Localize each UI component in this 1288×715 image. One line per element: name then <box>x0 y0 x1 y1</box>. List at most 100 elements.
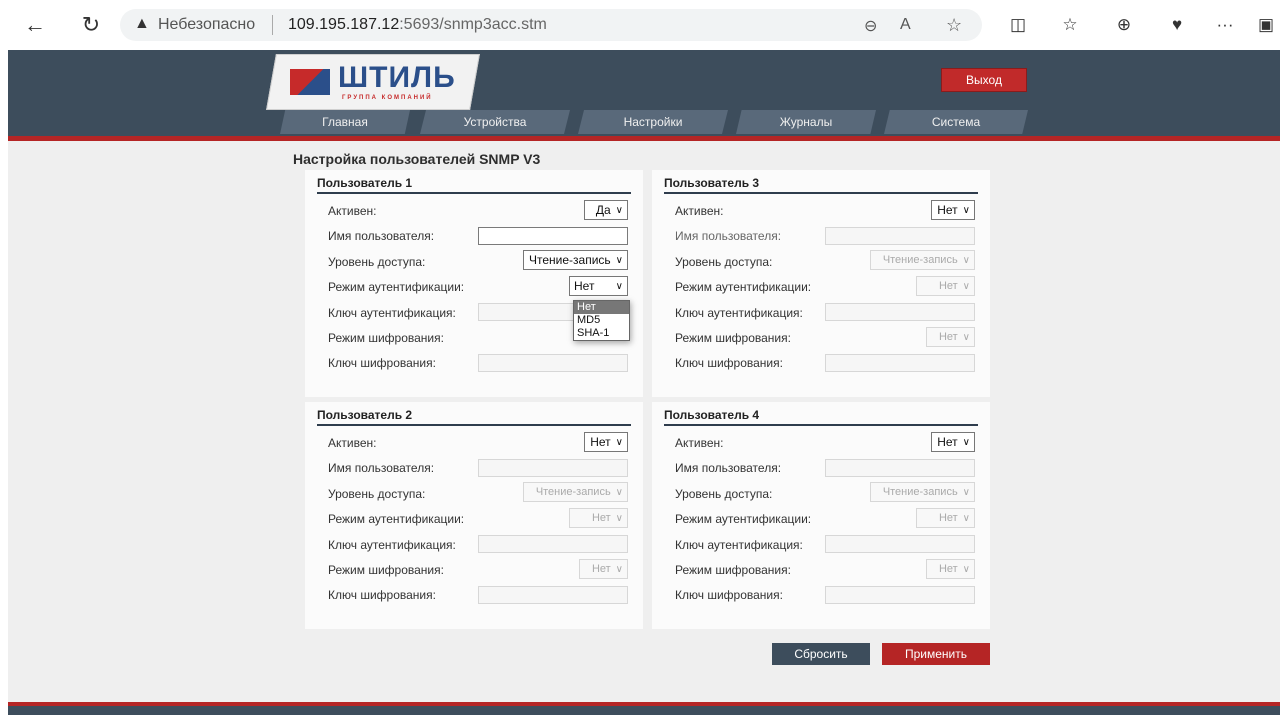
auth-key-field[interactable] <box>478 535 628 553</box>
warning-triangle-icon: ▲ <box>134 15 150 32</box>
chevron-down-icon: ∨ <box>962 486 970 498</box>
chevron-down-icon: ∨ <box>615 280 623 292</box>
access-level-value: Чтение-запись <box>529 253 611 267</box>
security-label[interactable]: Небезопасно <box>158 16 255 34</box>
menu-item-logs[interactable]: Журналы <box>736 110 876 134</box>
active-select[interactable]: Нет ∨ <box>584 432 628 452</box>
auth-key-label: Ключ аутентификация: <box>328 306 456 320</box>
username-field[interactable] <box>478 459 628 477</box>
access-level-select[interactable]: Чтение-запись ∨ <box>870 482 975 502</box>
logo-mark-icon <box>290 69 330 95</box>
apply-button[interactable]: Применить <box>882 643 990 665</box>
page-content: ШТИЛЬ ГРУППА КОМПАНИЙ Выход Главная Устр… <box>8 50 1280 715</box>
user-panel-title: Пользователь 4 <box>664 408 760 422</box>
url-text[interactable]: 109.195.187.12:5693/snmp3acc.stm <box>288 16 547 34</box>
active-select[interactable]: Да ∨ <box>584 200 628 220</box>
favorite-star-icon[interactable]: ☆ <box>946 15 962 36</box>
auth-mode-label: Режим аутентификации: <box>675 512 812 526</box>
username-label: Имя пользователя: <box>675 229 782 243</box>
username-field[interactable] <box>825 227 975 245</box>
chevron-down-icon: ∨ <box>962 204 970 216</box>
encryption-key-field[interactable] <box>478 354 628 372</box>
back-arrow-icon[interactable]: ← <box>20 10 50 40</box>
more-options-icon[interactable]: ··· <box>1212 13 1238 37</box>
encryption-mode-select[interactable]: Нет ∨ <box>926 559 975 579</box>
auth-mode-select[interactable]: Нет ∨ <box>916 276 975 296</box>
access-level-select[interactable]: Чтение-запись ∨ <box>523 250 628 270</box>
access-level-select[interactable]: Чтение-запись ∨ <box>523 482 628 502</box>
username-label: Имя пользователя: <box>328 461 435 475</box>
reload-icon[interactable]: ↻ <box>76 10 106 40</box>
user-panel-title: Пользователь 2 <box>317 408 413 422</box>
user-panel-1: Пользователь 1 Активен: Да ∨ Имя пользова… <box>305 170 643 397</box>
menu-item-home[interactable]: Главная <box>280 110 410 134</box>
zoom-icon[interactable]: ⊖ <box>864 16 877 36</box>
auth-key-field[interactable] <box>825 535 975 553</box>
chevron-down-icon: ∨ <box>962 280 970 292</box>
username-field[interactable] <box>825 459 975 477</box>
site-header: ШТИЛЬ ГРУППА КОМПАНИЙ Выход Главная Устр… <box>8 50 1280 136</box>
auth-option-md5[interactable]: MD5 <box>574 314 629 327</box>
auth-mode-dropdown: Нет MD5 SHA-1 <box>573 300 630 341</box>
favorites-list-icon[interactable]: ☆ <box>1057 13 1083 37</box>
chevron-down-icon: ∨ <box>615 486 623 498</box>
encryption-mode-select[interactable]: Нет ∨ <box>926 327 975 347</box>
access-level-label: Уровень доступа: <box>328 487 426 501</box>
user-panel-3: Пользователь 3 Активен: Нет ∨ Имя пользов… <box>652 170 990 397</box>
panel-divider <box>664 424 978 426</box>
chevron-down-icon: ∨ <box>615 563 623 575</box>
chevron-down-icon: ∨ <box>962 563 970 575</box>
logo-text: ШТИЛЬ <box>338 61 456 94</box>
access-level-select[interactable]: Чтение-запись ∨ <box>870 250 975 270</box>
auth-option-sha1[interactable]: SHA-1 <box>574 327 629 340</box>
menu-item-devices[interactable]: Устройства <box>420 110 570 134</box>
encryption-key-field[interactable] <box>478 586 628 604</box>
encryption-key-field[interactable] <box>825 354 975 372</box>
active-select[interactable]: Нет ∨ <box>931 200 975 220</box>
encryption-mode-select[interactable]: Нет ∨ <box>579 559 628 579</box>
encryption-mode-label: Режим шифрования: <box>675 331 791 345</box>
panel-divider <box>664 192 978 194</box>
menu-item-system[interactable]: Система <box>884 110 1028 134</box>
access-level-label: Уровень доступа: <box>675 255 773 269</box>
active-select[interactable]: Нет ∨ <box>931 432 975 452</box>
sidebar-toggle-icon[interactable]: ▣ <box>1253 13 1279 37</box>
logout-button[interactable]: Выход <box>941 68 1027 92</box>
access-level-label: Уровень доступа: <box>328 255 426 269</box>
read-aloud-icon[interactable]: A <box>900 16 911 34</box>
address-bar[interactable]: ▲ Небезопасно 109.195.187.12:5693/snmp3a… <box>120 9 982 41</box>
chevron-down-icon: ∨ <box>615 512 623 524</box>
reset-button[interactable]: Сбросить <box>772 643 870 665</box>
auth-mode-value: Нет <box>591 512 611 524</box>
browser-essentials-icon[interactable]: ♥ <box>1164 13 1190 37</box>
encryption-key-label: Ключ шифрования: <box>675 588 783 602</box>
auth-mode-select[interactable]: Нет ∨ <box>569 276 628 296</box>
browser-toolbar: ← ↻ ▲ Небезопасно 109.195.187.12:5693/sn… <box>0 0 1288 50</box>
chevron-down-icon: ∨ <box>962 512 970 524</box>
auth-option-none[interactable]: Нет <box>574 301 629 314</box>
active-label: Активен: <box>328 204 377 218</box>
split-screen-icon[interactable]: ◫ <box>1005 13 1031 37</box>
auth-mode-value: Нет <box>938 280 958 292</box>
auth-key-field[interactable] <box>825 303 975 321</box>
auth-mode-select[interactable]: Нет ∨ <box>916 508 975 528</box>
auth-mode-value: Нет <box>574 279 595 293</box>
url-host: 109.195.187.12 <box>288 16 400 33</box>
auth-key-label: Ключ аутентификация: <box>675 306 803 320</box>
auth-mode-label: Режим аутентификации: <box>675 280 812 294</box>
encryption-mode-label: Режим шифрования: <box>328 331 444 345</box>
encryption-key-label: Ключ шифрования: <box>328 588 436 602</box>
access-level-value: Чтение-запись <box>882 254 958 266</box>
active-value: Да <box>595 203 611 217</box>
menu-item-settings[interactable]: Настройки <box>578 110 728 134</box>
chevron-down-icon: ∨ <box>615 436 623 448</box>
encryption-key-field[interactable] <box>825 586 975 604</box>
logo-subtitle: ГРУППА КОМПАНИЙ <box>342 95 433 101</box>
auth-mode-select[interactable]: Нет ∨ <box>569 508 628 528</box>
user-panel-4: Пользователь 4 Активен: Нет ∨ Имя пользов… <box>652 402 990 629</box>
collections-icon[interactable]: ⊕ <box>1111 13 1137 37</box>
username-field[interactable] <box>478 227 628 245</box>
active-label: Активен: <box>675 436 724 450</box>
user-panel-title: Пользователь 3 <box>664 176 760 190</box>
auth-mode-value: Нет <box>938 512 958 524</box>
